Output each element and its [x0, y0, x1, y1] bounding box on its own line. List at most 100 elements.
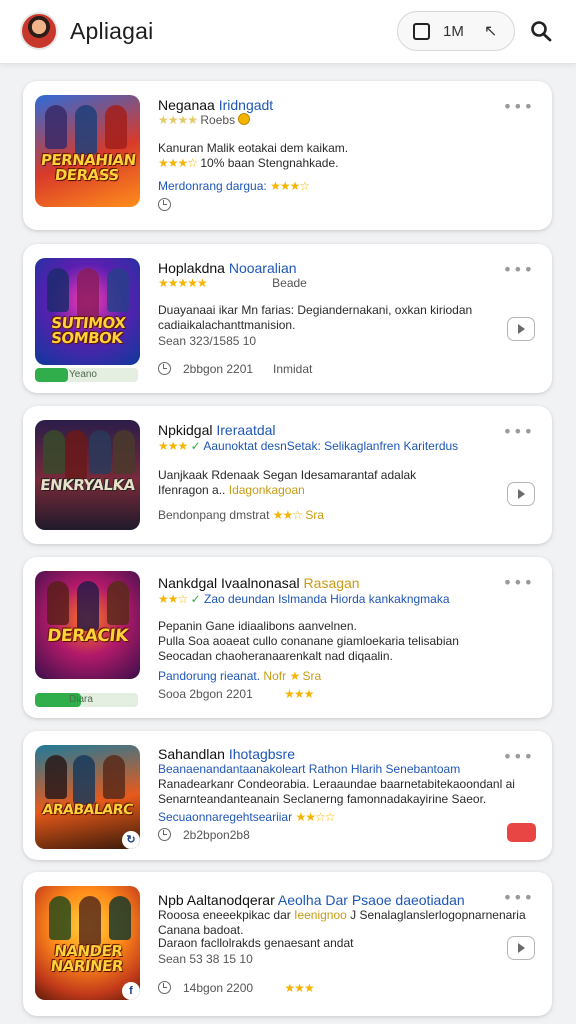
- description-line: Uanjkaak Rdenaak Segan Idesamarantaf ada…: [158, 468, 417, 482]
- app-name[interactable]: Neganaa Iridngadt: [158, 97, 273, 113]
- star-rating: ★★★★: [158, 113, 198, 127]
- more-icon[interactable]: •••: [503, 260, 534, 279]
- game-thumbnail[interactable]: ARABALARC ↻: [35, 745, 140, 849]
- description-accent: Ieenignoo: [294, 908, 347, 922]
- more-icon[interactable]: •••: [503, 747, 534, 766]
- star-rating: ★★★★★: [158, 276, 208, 290]
- meta-text: Merdonrang dargua:: [158, 179, 267, 193]
- arrow-icon[interactable]: ↖: [484, 21, 497, 40]
- app-card[interactable]: NANDER NARINER f Npb Aaltanodqerar Aeolh…: [23, 872, 552, 1016]
- character-figure: [77, 268, 99, 318]
- meta-line: Secuaonnaregehtseariiar ★★☆☆: [158, 810, 335, 825]
- app-card[interactable]: ARABALARC ↻ Sahandlan Ihotagbsre Beanaen…: [23, 731, 552, 860]
- rating-row: ★★★★ Roebs: [158, 113, 251, 128]
- play-button[interactable]: [507, 482, 535, 506]
- game-thumbnail[interactable]: DERACIK: [35, 571, 140, 679]
- character-figure: [43, 430, 65, 474]
- game-thumbnail[interactable]: ENKRYALKA: [35, 420, 140, 530]
- app-name[interactable]: Npkidgal Ireraatdal: [158, 422, 276, 438]
- app-card[interactable]: DERACIK Diara Nankdgal Ivaalnonasal Rasa…: [23, 557, 552, 718]
- character-figure: [49, 896, 71, 940]
- character-figure: [47, 268, 69, 312]
- app-name[interactable]: Sahandlan Ihotagbsre: [158, 746, 295, 762]
- toolbar-count[interactable]: 1M: [443, 23, 464, 40]
- meta-label: Sra: [305, 508, 325, 522]
- star-rating: ★★★: [158, 439, 188, 453]
- character-figure: [65, 430, 87, 480]
- game-thumbnail[interactable]: SUTIMOX SOMBOK: [35, 258, 140, 365]
- app-developer: Rasagan: [303, 575, 360, 591]
- clock-icon: [158, 981, 171, 994]
- meta-accent: Nofr: [263, 669, 287, 683]
- date-text: 2b2bpon2b8: [183, 828, 250, 842]
- verified-text: Aaunoktat desnSetak: Selikaglanfren Kari…: [203, 439, 459, 453]
- more-icon[interactable]: •••: [503, 888, 534, 907]
- avatar[interactable]: [20, 12, 58, 50]
- more-icon[interactable]: •••: [503, 422, 534, 441]
- clock-icon: [158, 198, 171, 211]
- star-rating: ★: [289, 669, 300, 683]
- meta-line: Pandorung rieanat. Nofr ★ Sra: [158, 669, 321, 684]
- meta-text: Bendonpang dmstrat: [158, 508, 270, 522]
- character-figure: [79, 896, 101, 946]
- star-rating: ★★☆: [158, 592, 188, 606]
- game-thumbnail[interactable]: PERNAHIAN DERASS: [35, 95, 140, 207]
- play-button[interactable]: [507, 317, 535, 341]
- rating-label: Roebs: [200, 113, 236, 127]
- more-icon[interactable]: •••: [503, 97, 534, 116]
- star-rating: ★★★: [284, 981, 314, 995]
- description-line: Pulla Soa aoaeat cullo conanane giamloek…: [158, 634, 459, 648]
- app-name-text: Sahandlan: [158, 746, 225, 762]
- character-figure: [103, 755, 125, 799]
- app-name[interactable]: Npb Aaltanodqerar Aeolha Dar Psaoe daeot…: [158, 892, 465, 908]
- rating-row: ★★★★★ Beade: [158, 276, 307, 291]
- progress-bar: Yeano: [35, 368, 138, 382]
- description-line: Rooosa eneeekpikac dar Ieenignoo J Senal…: [158, 908, 526, 923]
- meta-label: Sra: [302, 669, 322, 683]
- description-accent: Idagonkagoan: [228, 483, 305, 497]
- character-figure: [47, 581, 69, 625]
- more-icon[interactable]: •••: [503, 573, 534, 592]
- check-icon: ✓: [190, 439, 201, 453]
- view-toggle-group[interactable]: 1M ↖: [397, 11, 515, 51]
- game-thumbnail[interactable]: NANDER NARINER f: [35, 886, 140, 1000]
- game-logo: ARABALARC: [41, 802, 134, 818]
- search-icon[interactable]: [530, 20, 552, 42]
- platform-badge-icon: ↻: [122, 831, 140, 849]
- app-name[interactable]: Nankdgal Ivaalnonasal Rasagan: [158, 575, 360, 591]
- clock-icon: [158, 362, 171, 375]
- star-rating: ★★★: [284, 687, 314, 701]
- app-card[interactable]: ENKRYALKA Npkidgal Ireraatdal ★★★ ✓ Aaun…: [23, 406, 552, 544]
- date-text: 2bbgon 2201: [183, 362, 254, 376]
- rating-row: ★★★ ✓ Aaunoktat desnSetak: Selikaglanfre…: [158, 439, 458, 454]
- description-line: Ifenragon a.. Idagonkagoan: [158, 483, 305, 498]
- rating-label: Beade: [272, 276, 307, 290]
- app-title: Apliagai: [70, 18, 154, 44]
- character-figure: [105, 105, 127, 149]
- app-card[interactable]: SUTIMOX SOMBOK Yeano Hoplakdna Nooaralia…: [23, 244, 552, 393]
- character-figure: [89, 430, 111, 474]
- alert-button[interactable]: [507, 823, 536, 842]
- check-icon: ✓: [190, 592, 201, 606]
- app-name-text: Hoplakdna: [158, 260, 225, 276]
- game-logo: ENKRYALKA: [39, 476, 136, 494]
- rating-row: ★★☆ ✓ Zao deundan Islmanda Hiorda kankak…: [158, 592, 450, 607]
- app-developer: Nooaralian: [228, 260, 297, 276]
- progress-bar: Diara: [35, 693, 138, 707]
- description-line: Beanaenandantaanakoleart Rathon Hlarih S…: [158, 762, 461, 776]
- description-text: Rooosa eneeekpikac dar: [158, 908, 291, 922]
- app-card[interactable]: PERNAHIAN DERASS Neganaa Iridngadt ★★★★ …: [23, 81, 552, 230]
- game-logo: DERACIK: [46, 626, 129, 646]
- play-button[interactable]: [507, 936, 535, 960]
- app-name-text: Npkidgal: [158, 422, 213, 438]
- meta-line: Merdonrang dargua: ★★★☆: [158, 179, 310, 194]
- meta-line: Sean 323/1585 10: [158, 334, 257, 348]
- top-app-bar: Apliagai 1M ↖: [0, 0, 576, 64]
- description-line: Seocadan chaoheranaarenkalt nad diqaalin…: [158, 649, 393, 663]
- description-line: Pepanin Gane idiaalibons aanvelnen.: [158, 619, 357, 633]
- app-name[interactable]: Hoplakdna Nooaralian: [158, 260, 297, 276]
- square-icon[interactable]: [413, 23, 430, 40]
- character-figure: [73, 755, 95, 805]
- date-row: Sooa 2bgon 2201 ★★★: [158, 687, 314, 702]
- character-figure: [113, 430, 135, 474]
